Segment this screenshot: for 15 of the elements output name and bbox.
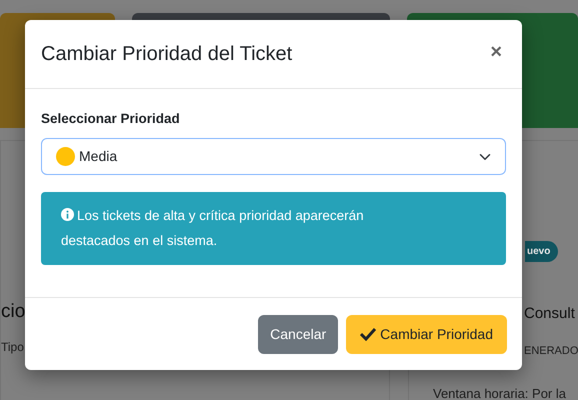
card-title: cio (1, 301, 26, 322)
field-label: Seleccionar Prioridad (41, 110, 181, 128)
status-badge: uevo (525, 241, 558, 262)
confirm-button[interactable]: Cambiar Prioridad (346, 314, 507, 354)
priority-select[interactable]: Media (41, 138, 506, 176)
card-text: Tipo (1, 340, 24, 354)
info-alert: Los tickets de alta y crítica prioridad aparecerán destacados en el sistema. (41, 192, 506, 265)
cancel-button[interactable]: Cancelar (258, 314, 338, 354)
modal-title: Cambiar Prioridad del Ticket (41, 42, 292, 66)
close-button[interactable]: × (486, 42, 506, 62)
check-icon (360, 327, 376, 342)
info-icon (61, 208, 74, 222)
card-text: Ventana horaria: Por la (433, 386, 566, 400)
card-text: ENERADO (524, 345, 578, 357)
card-title: Consult (524, 305, 575, 322)
